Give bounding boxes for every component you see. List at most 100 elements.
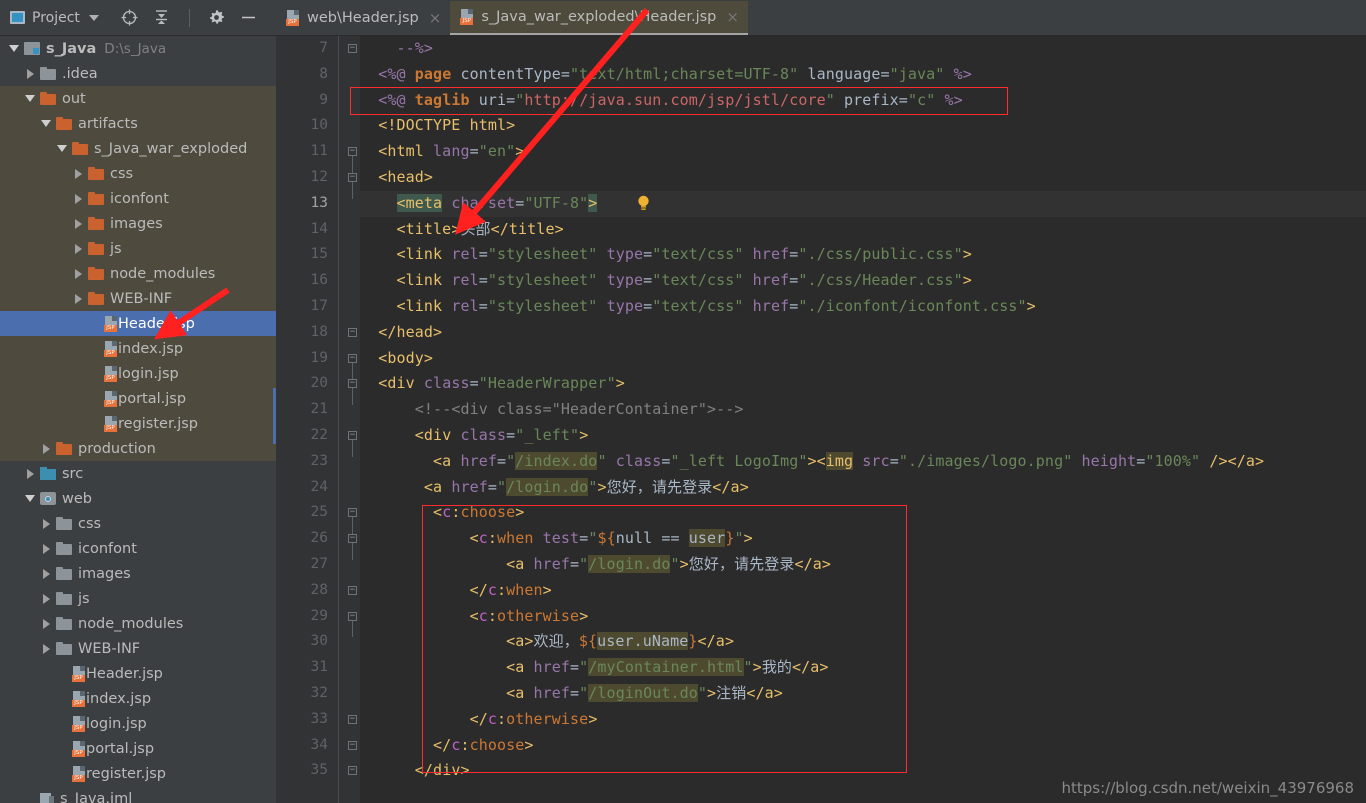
code-line-28[interactable]: 28 </c:when> <box>311 578 1366 604</box>
chevron-down-icon[interactable] <box>88 14 99 21</box>
code-line-29[interactable]: 29 <c:otherwise> <box>311 604 1366 630</box>
chevron-right-icon[interactable] <box>68 168 88 179</box>
tree-item-images[interactable]: images <box>0 561 276 586</box>
code-line-8[interactable]: 8 <%@ page contentType="text/html;charse… <box>319 62 1366 88</box>
close-icon[interactable]: × <box>429 9 442 27</box>
tree-item-index-jsp[interactable]: JSP index.jsp <box>0 686 276 711</box>
fold-collapse-marker[interactable]: − <box>348 534 357 544</box>
tree-item-web-inf[interactable]: WEB-INF <box>0 636 276 661</box>
code-line-15[interactable]: 15 <link rel="stylesheet" type="text/css… <box>311 242 1366 268</box>
fold-collapse-marker[interactable]: − <box>348 173 357 182</box>
chevron-right-icon[interactable] <box>36 518 56 529</box>
chevron-right-icon[interactable] <box>36 593 56 604</box>
code-line-31[interactable]: 31 <a href="/myContainer.html">我的</a> <box>311 655 1366 681</box>
project-tree-panel[interactable]: s_Java D:\s_Java .idea out artifacts s_Java_w… <box>0 36 276 803</box>
chevron-right-icon[interactable] <box>20 468 40 479</box>
fold-collapse-marker[interactable]: − <box>348 431 357 440</box>
chevron-right-icon[interactable] <box>36 443 56 454</box>
code-line-32[interactable]: 32 <a href="/loginOut.do">注销</a> <box>311 681 1366 707</box>
tree-item-web-inf[interactable]: WEB-INF <box>0 286 276 311</box>
code-line-9[interactable]: 9 <%@ taglib uri="http://java.sun.com/js… <box>319 88 1366 114</box>
chevron-down-icon[interactable] <box>20 95 40 102</box>
chevron-right-icon[interactable] <box>36 568 56 579</box>
chevron-right-icon[interactable] <box>68 293 88 304</box>
tree-item-out[interactable]: out <box>0 86 276 111</box>
chevron-down-icon[interactable] <box>52 145 72 152</box>
minimize-icon[interactable] <box>240 9 258 27</box>
fold-collapse-marker[interactable]: − <box>348 611 357 621</box>
tree-item-images[interactable]: images <box>0 211 276 236</box>
tree-item-header-jsp[interactable]: JSP Header.jsp <box>0 661 276 686</box>
chevron-right-icon[interactable] <box>20 68 40 79</box>
code-line-33[interactable]: 33 </c:otherwise> <box>311 707 1366 733</box>
fold-collapse-marker[interactable]: − <box>348 353 357 363</box>
code-line-25[interactable]: 25 <c:choose> <box>311 500 1366 526</box>
tree-item-css[interactable]: css <box>0 161 276 186</box>
code-line-34[interactable]: 34 </c:choose> <box>311 733 1366 759</box>
tree-item-login-jsp[interactable]: JSP login.jsp <box>0 361 276 386</box>
intention-bulb-icon[interactable] <box>637 195 650 211</box>
chevron-right-icon[interactable] <box>36 618 56 629</box>
close-icon[interactable]: × <box>726 8 739 26</box>
fold-collapse-marker[interactable]: − <box>348 147 357 157</box>
project-title-button[interactable]: Project <box>10 10 99 26</box>
tree-item-artifacts[interactable]: artifacts <box>0 111 276 136</box>
tree-item-iconfont[interactable]: iconfont <box>0 536 276 561</box>
tree-item-register-jsp[interactable]: JSP register.jsp <box>0 761 276 786</box>
chevron-right-icon[interactable] <box>68 243 88 254</box>
tree-item-src[interactable]: src <box>0 461 276 486</box>
code-line-16[interactable]: 16 <link rel="stylesheet" type="text/css… <box>311 268 1366 294</box>
fold-expand-marker[interactable]: − <box>348 585 357 595</box>
code-line-11[interactable]: 11 <html lang="en"> <box>311 139 1366 165</box>
code-line-22[interactable]: 22 <div class="_left"> <box>311 423 1366 449</box>
tree-item-portal-jsp[interactable]: JSP portal.jsp <box>0 386 276 411</box>
code-line-30[interactable]: 30 <a>欢迎，${user.uName}</a> <box>311 629 1366 655</box>
code-line-19[interactable]: 19 <body> <box>311 346 1366 372</box>
collapse-all-icon[interactable] <box>153 9 171 27</box>
code-line-20[interactable]: 20 <div class="HeaderWrapper"> <box>311 371 1366 397</box>
editor-tab-1[interactable]: JSP web\Header.jsp × <box>276 1 451 35</box>
fold-expand-marker[interactable]: − <box>348 740 357 750</box>
code-line-27[interactable]: 27 <a href="/login.do">您好，请先登录</a> <box>311 552 1366 578</box>
tree-item-node-modules[interactable]: node_modules <box>0 261 276 286</box>
tree-item-js[interactable]: js <box>0 236 276 261</box>
tree-item--idea[interactable]: .idea <box>0 61 276 86</box>
code-line-7[interactable]: 7 --%> <box>319 36 1366 62</box>
code-line-10[interactable]: 10 <!DOCTYPE html> <box>311 113 1366 139</box>
code-editor[interactable]: 7 --%> 8 <%@ page contentType="text/html;… <box>276 36 1366 803</box>
tree-item-s-java-iml[interactable]: s_Java.iml <box>0 786 276 803</box>
code-line-21[interactable]: 21 <!--<div class="HeaderContainer">--> <box>311 397 1366 423</box>
code-line-13[interactable]: 13 <meta charset="UTF-8"> <box>311 190 1366 217</box>
chevron-right-icon[interactable] <box>68 268 88 279</box>
tree-item-s-java[interactable]: s_Java D:\s_Java <box>0 36 276 61</box>
code-text-area[interactable]: 7 --%> 8 <%@ page contentType="text/html;… <box>311 36 1366 803</box>
fold-expand-marker[interactable]: − <box>348 44 357 53</box>
tree-item-index-jsp[interactable]: JSP index.jsp <box>0 336 276 361</box>
locate-icon[interactable] <box>121 9 139 27</box>
fold-collapse-marker[interactable]: − <box>348 508 357 518</box>
code-line-18[interactable]: 18 </head> <box>311 320 1366 346</box>
code-line-14[interactable]: 14 <title>头部</title> <box>311 217 1366 243</box>
tree-item-css[interactable]: css <box>0 511 276 536</box>
code-line-26[interactable]: 26 <c:when test="${null == user}"> <box>311 526 1366 552</box>
fold-expand-marker[interactable]: − <box>348 714 357 724</box>
chevron-right-icon[interactable] <box>68 218 88 229</box>
settings-gear-icon[interactable] <box>208 9 226 27</box>
tree-item-login-jsp[interactable]: JSP login.jsp <box>0 711 276 736</box>
editor-tab-2[interactable]: JSP s_Java_war_exploded\Header.jsp × <box>450 1 748 35</box>
tree-item-register-jsp[interactable]: JSP register.jsp <box>0 411 276 436</box>
code-line-24[interactable]: 24 <a href="/login.do">您好，请先登录</a> <box>311 475 1366 501</box>
code-line-17[interactable]: 17 <link rel="stylesheet" type="text/css… <box>311 294 1366 320</box>
chevron-right-icon[interactable] <box>68 193 88 204</box>
tree-item-header-jsp[interactable]: JSP Header.jsp <box>0 311 276 336</box>
chevron-down-icon[interactable] <box>20 495 40 502</box>
tree-item-js[interactable]: js <box>0 586 276 611</box>
tree-item-iconfont[interactable]: iconfont <box>0 186 276 211</box>
tree-item-node-modules[interactable]: node_modules <box>0 611 276 636</box>
chevron-right-icon[interactable] <box>36 643 56 654</box>
code-line-12[interactable]: 12 <head> <box>311 165 1366 191</box>
chevron-down-icon[interactable] <box>4 45 24 52</box>
fold-expand-marker[interactable]: − <box>348 327 357 337</box>
tree-item-web[interactable]: web <box>0 486 276 511</box>
tree-item-portal-jsp[interactable]: JSP portal.jsp <box>0 736 276 761</box>
